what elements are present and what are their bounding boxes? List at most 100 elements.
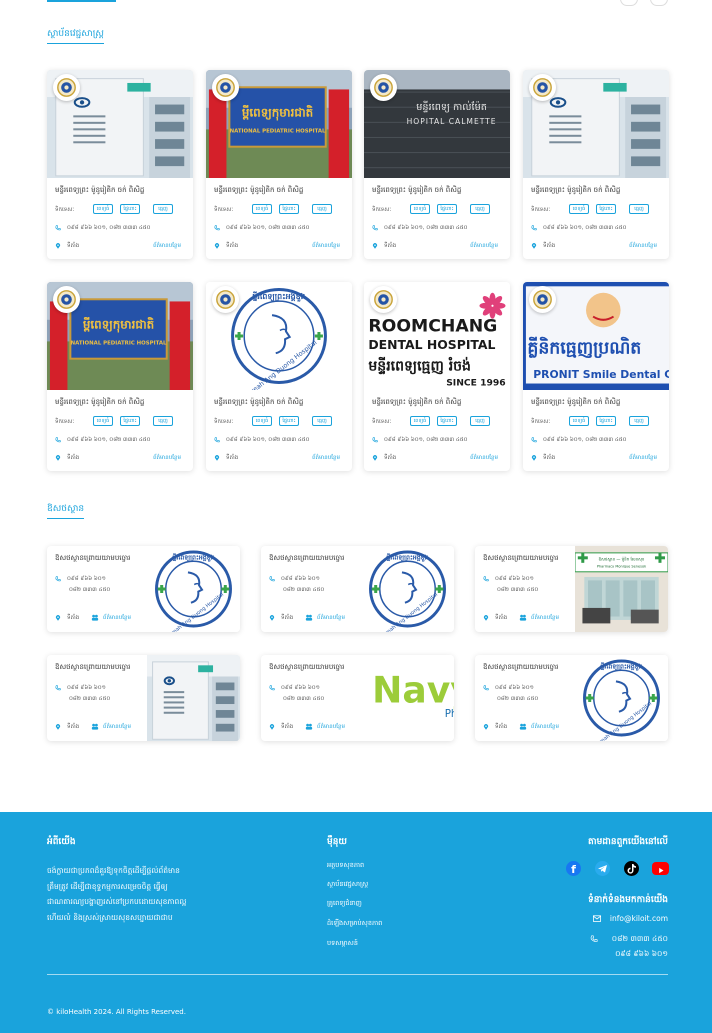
services-label: ទិកទេសៈ (55, 207, 75, 213)
hospital-emblem-icon (216, 78, 235, 97)
pharmacy-more-link[interactable]: ព័ត៌មានបន្ថែម (91, 614, 131, 622)
pharmacy-location-link[interactable]: ទីតាំង (483, 614, 507, 622)
hospital-location-link[interactable]: ទីតាំង (55, 242, 79, 250)
hospital-more-link[interactable]: ព័ត៌មានបន្ថែម (153, 454, 181, 462)
service-tag[interactable]: ពេទ្យធំ (569, 416, 589, 426)
hospital-card[interactable]: ម្ពីពេទ្យកុមារជាតិ NATIONAL PEDIATRIC HOS… (206, 70, 352, 259)
pharmacy-phone: ០៩៨ ៩៦៦ ៦០១ (483, 575, 534, 583)
hospital-more-link[interactable]: ព័ត៌មានបន្ថែម (629, 242, 657, 250)
pharmacy-more-link[interactable]: ព័ត៌មានបន្ថែម (91, 723, 131, 731)
pharmacy-location-link[interactable]: ទីតាំង (269, 614, 293, 622)
hospital-card[interactable]: មន្ទីរពេទ្យ កាល់ម៉ែត HOPITAL CALMETTE មន្ទ… (364, 70, 510, 259)
facebook-icon[interactable]: f (566, 861, 581, 876)
hospital-more-link[interactable]: ព័ត៌មានបន្ថែម (629, 454, 657, 462)
hospital-more-link[interactable]: ព័ត៌មានបន្ថែម (470, 242, 498, 250)
service-tag[interactable]: ផ្ទៃពោះ (437, 416, 457, 426)
tiktok-icon[interactable] (624, 861, 639, 876)
service-tag[interactable]: ធ្មេញ (153, 416, 173, 426)
svg-text:Ph: Ph (445, 708, 454, 720)
pharmacy-phone1-text: ០៩៨ ៩៦៦ ៦០១ (495, 576, 534, 582)
pharmacy-card[interactable]: ឱសថស្ថានព្រោយយាមបច្ចោរ ០៩៨ ៩៦៦ ៦០១ ០៨២ ៣៣៣… (475, 655, 668, 741)
pharmacy-location-link[interactable]: ទីតាំង (55, 614, 79, 622)
hospital-card[interactable]: មន្ទីរពេទ្យព្រះ ម៉ូនូរៀតិក ចក់ ពិសិដ្ឋ ទិ… (47, 70, 193, 259)
service-tag[interactable]: ផ្ទៃពោះ (279, 416, 299, 426)
service-tag[interactable]: ធ្មេញ (312, 204, 332, 214)
phone-icon (372, 436, 378, 442)
footer-menu-health-articles[interactable]: អត្ថបទសុខភាព (327, 861, 364, 871)
hospital-emblem-icon (216, 290, 235, 309)
carousel-next-button[interactable] (650, 0, 668, 6)
hospital-name: មន្ទីរពេទ្យព្រះ ម៉ូនូរៀតិក ចក់ ពិសិដ្ឋ (531, 186, 621, 194)
pharmacy-card[interactable]: ឱសថស្ថានព្រោយយាមបច្ចោរ ០៩៨ ៩៦៦ ៦០១ ០៨២ ៣៣៣… (261, 655, 454, 741)
hospital-more-link[interactable]: ព័ត៌មានបន្ថែម (153, 242, 181, 250)
hospital-card[interactable]: ROOMCHANG DENTAL HOSPITAL មន្ទីរពេទ្យធ្មេញ… (364, 282, 510, 471)
hospital-location-link[interactable]: ទីតាំង (214, 454, 238, 462)
service-tag[interactable]: ផ្ទៃពោះ (596, 416, 616, 426)
pharmacy-location-link[interactable]: ទីតាំង (483, 723, 507, 731)
svg-text:Navy: Navy (372, 668, 454, 711)
service-tag[interactable]: ធ្មេញ (470, 416, 490, 426)
svg-text:NATIONAL PEDIATRIC HOSPITAL: NATIONAL PEDIATRIC HOSPITAL (230, 129, 326, 135)
service-tag[interactable]: ពេទ្យធំ (252, 204, 272, 214)
pharmacy-phone2-text: ០៨២ ៣៣៣ ៤៥០ (69, 696, 111, 702)
service-tag[interactable]: ផ្ទៃពោះ (120, 416, 140, 426)
service-tag[interactable]: ផ្ទៃពោះ (437, 204, 457, 214)
pharmacy-more-link[interactable]: ព័ត៌មានបន្ថែម (519, 614, 559, 622)
pharmacy-more-link[interactable]: ព័ត៌មានបន្ថែម (519, 723, 559, 731)
service-tag[interactable]: ពេទ្យធំ (93, 204, 113, 214)
hospital-location-link[interactable]: ទីតាំង (531, 454, 555, 462)
service-tag[interactable]: ពេទ្យធំ (410, 204, 430, 214)
contact-phone2[interactable]: ០៩៨ ៩៦៦ ៦០១ (615, 949, 668, 960)
service-tag[interactable]: ពេទ្យធំ (569, 204, 589, 214)
service-tag[interactable]: ធ្មេញ (470, 204, 490, 214)
pharmacy-more-link[interactable]: ព័ត៌មានបន្ថែម (305, 614, 345, 622)
footer-menu-health-tips[interactable]: ដំឡើងសម្រាប់សុខភាព (327, 919, 382, 929)
pharmacy-more-text: ព័ត៌មានបន្ថែម (317, 615, 345, 621)
service-tag[interactable]: ពេទ្យធំ (93, 416, 113, 426)
hospital-card[interactable]: ម្ពីពេទ្យកុមារជាតិ NATIONAL PEDIATRIC HOS… (47, 282, 193, 471)
hospital-card[interactable]: ម្នីរពេទ្យព្រះអង្គឌួង Preah Ang Duong Hos… (206, 282, 352, 471)
hospital-card[interactable]: មន្ទីរពេទ្យព្រះ ម៉ូនូរៀតិក ចក់ ពិសិដ្ឋ ទិ… (523, 70, 669, 259)
about-title: អំពីយើង (47, 837, 76, 847)
service-tag[interactable]: ផ្ទៃពោះ (120, 204, 140, 214)
pharmacy-card[interactable]: ឱសថស្ថានព្រោយយាមបច្ចោរ ០៩៨ ៩៦៦ ៦០១ ០៨២ ៣៣៣… (261, 546, 454, 632)
hospital-location-link[interactable]: ទីតាំង (531, 242, 555, 250)
pharmacy-card[interactable]: ឱសថស្ថានព្រោយយាមបច្ចោរ ០៩៨ ៩៦៦ ៦០១ ០៨២ ៣៣៣… (475, 546, 668, 632)
pharmacy-more-link[interactable]: ព័ត៌មានបន្ថែម (305, 723, 345, 731)
service-tag[interactable]: ផ្ទៃពោះ (279, 204, 299, 214)
pharmacy-location-link[interactable]: ទីតាំង (55, 723, 79, 731)
contact-email[interactable]: info@kiloit.com (592, 914, 668, 923)
hospital-location-text: ទីតាំង (226, 243, 239, 249)
hospital-more-link[interactable]: ព័ត៌មានបន្ថែម (470, 454, 498, 462)
svg-text:ម្ពីពេទ្យកុមារជាតិ: ម្ពីពេទ្យកុមារជាតិ (83, 316, 155, 333)
footer-menu-doctors[interactable]: គ្រូពេទ្យជំនាញ (327, 899, 362, 909)
hospital-location-text: ទីតាំង (226, 455, 239, 461)
service-tag[interactable]: ធ្មេញ (312, 416, 332, 426)
hospital-phone: ០៩៨ ៩៦៦ ៦០១, ០៨២ ៣៣៣ ៤៥០ (372, 436, 468, 444)
pharmacy-card[interactable]: ឱសថស្ថានព្រោយយាមបច្ចោរ ០៩៨ ៩៦៦ ៦០១ ០៨២ ៣៣៣… (47, 546, 240, 632)
service-tag[interactable]: ធ្មេញ (629, 204, 649, 214)
hospital-more-link[interactable]: ព័ត៌មានបន្ថែម (312, 454, 340, 462)
hospital-card[interactable]: គ្លីនិកធ្មេញប្រណិត PRONIT Smile Dental Cl… (523, 282, 669, 471)
hospital-more-link[interactable]: ព័ត៌មានបន្ថែម (312, 242, 340, 250)
hospital-location-link[interactable]: ទីតាំង (372, 454, 396, 462)
hospital-badge (212, 74, 239, 101)
hospital-location-link[interactable]: ទីតាំង (55, 454, 79, 462)
hospital-location-link[interactable]: ទីតាំង (372, 242, 396, 250)
service-tag[interactable]: ពេទ្យធំ (410, 416, 430, 426)
pharmacy-card[interactable]: ឱសថស្ថានព្រោយយាមបច្ចោរ ០៩៨ ៩៦៦ ៦០១ ០៨២ ៣៣៣… (47, 655, 240, 741)
telegram-icon[interactable] (595, 861, 610, 876)
contact-phone1[interactable]: ០៨២ ៣៣៣ ៤៥០ (590, 934, 668, 945)
svg-text:f: f (571, 863, 576, 876)
footer-menu-interviews[interactable]: បទសម្ភាសន៍ (327, 939, 358, 949)
youtube-icon[interactable] (652, 862, 669, 875)
service-tag[interactable]: ផ្ទៃពោះ (596, 204, 616, 214)
hospital-location-link[interactable]: ទីតាំង (214, 242, 238, 250)
footer-menu-medical-institutions[interactable]: ស្ថាប័នវេជ្ជសាស្ត្រ (327, 880, 368, 890)
service-tag[interactable]: ធ្មេញ (153, 204, 173, 214)
carousel-prev-button[interactable] (620, 0, 638, 6)
hospital-emblem-icon (533, 290, 552, 309)
service-tag[interactable]: ធ្មេញ (629, 416, 649, 426)
pharmacy-location-link[interactable]: ទីតាំង (269, 723, 293, 731)
service-tag[interactable]: ពេទ្យធំ (252, 416, 272, 426)
